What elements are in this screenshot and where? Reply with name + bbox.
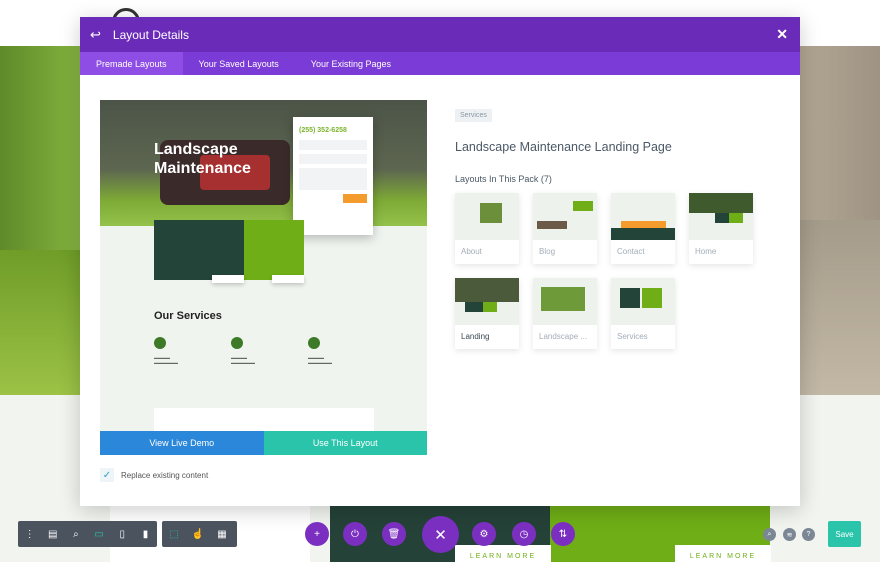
preview-icon-strip	[154, 408, 374, 431]
layout-thumb-about[interactable]: About	[455, 193, 519, 264]
learn-more-button[interactable]: LEARN MORE	[455, 545, 551, 562]
preview-service: ▬▬▬▬ ▬▬▬▬▬▬	[308, 337, 368, 365]
preview-phone: (255) 352-6258	[299, 127, 347, 134]
preview-submit	[343, 194, 367, 203]
add-icon[interactable]: +	[305, 522, 329, 546]
preview-card-residential	[154, 220, 244, 280]
modal-tabs: Premade Layouts Your Saved Layouts Your …	[80, 52, 800, 75]
modal-header: ↩ Layout Details ✕	[80, 17, 800, 52]
wireframe-icon[interactable]: ▤	[41, 529, 64, 540]
click-mode-icon[interactable]: ☝	[186, 529, 210, 540]
tablet-icon[interactable]: ▯	[111, 529, 134, 540]
layout-thumb-blog[interactable]: Blog	[533, 193, 597, 264]
learn-more-button[interactable]: LEARN MORE	[675, 545, 771, 562]
preview-card-commercial	[244, 220, 304, 280]
back-icon[interactable]: ↩	[90, 27, 101, 43]
layout-thumb-contact[interactable]: Contact	[611, 193, 675, 264]
modal-title: Layout Details	[112, 27, 189, 42]
phone-icon[interactable]: ▮	[134, 529, 157, 540]
layout-details-modal: ↩ Layout Details ✕ Premade Layouts Your …	[80, 17, 800, 506]
path-background	[800, 220, 880, 395]
layout-thumb-landing[interactable]: Landing	[455, 278, 519, 349]
history-icon[interactable]: ◷	[512, 522, 536, 546]
help-icon[interactable]: ?	[802, 528, 815, 541]
power-icon[interactable]: ⏻	[343, 522, 367, 546]
preview-service: ▬▬▬▬ ▬▬▬▬▬▬	[154, 337, 214, 365]
preview-quote-form: (255) 352-6258	[293, 117, 373, 235]
save-button[interactable]: Save	[828, 521, 861, 547]
replace-content-label: Replace existing content	[121, 470, 209, 480]
category-badge[interactable]: Services	[455, 109, 492, 122]
portability-icon[interactable]: ⇅	[551, 522, 575, 546]
grass-foreground	[0, 250, 90, 395]
layers-icon[interactable]: ≋	[783, 528, 796, 541]
close-icon[interactable]: ✕	[776, 26, 788, 43]
layout-title: Landscape Maintenance Landing Page	[455, 140, 672, 154]
desktop-icon[interactable]: ▭	[88, 529, 111, 540]
close-builder-icon[interactable]: ✕	[422, 516, 459, 553]
mode-toolbar: ⬚ ☝ ▦	[162, 521, 237, 547]
tab-saved-layouts[interactable]: Your Saved Layouts	[183, 52, 295, 75]
view-toolbar: ⋮ ▤ ⌕ ▭ ▯ ▮	[18, 521, 157, 547]
grid-icon[interactable]: ▦	[210, 529, 234, 540]
preview-service: ▬▬▬▬ ▬▬▬▬▬▬	[231, 337, 291, 365]
layout-preview: Landscape Maintenance (255) 352-6258 Our…	[100, 100, 427, 431]
view-live-demo-button[interactable]: View Live Demo	[100, 431, 264, 455]
menu-icon[interactable]: ⋮	[18, 529, 41, 540]
preview-hero-title: Landscape Maintenance	[154, 141, 251, 177]
preview-learn-more	[272, 275, 304, 283]
layout-thumb-home[interactable]: Home	[689, 193, 753, 264]
preview-learn-more	[212, 275, 244, 283]
checkmark-icon[interactable]: ✓	[100, 468, 114, 482]
settings-icon[interactable]: ⚙	[472, 522, 496, 546]
tab-premade-layouts[interactable]: Premade Layouts	[80, 52, 183, 75]
trash-icon[interactable]: 🗑	[382, 522, 406, 546]
layout-thumb-services[interactable]: Services	[611, 278, 675, 349]
tab-existing-pages[interactable]: Your Existing Pages	[295, 52, 407, 75]
layout-thumb-landscape[interactable]: Landscape ...	[533, 278, 597, 349]
use-this-layout-button[interactable]: Use This Layout	[263, 431, 427, 455]
replace-content-checkbox[interactable]: ✓ Replace existing content	[100, 468, 208, 482]
pack-heading: Layouts In This Pack (7)	[455, 174, 552, 184]
search-icon[interactable]: ⌕	[763, 528, 776, 541]
preview-section-title: Our Services	[154, 310, 222, 322]
select-icon[interactable]: ⬚	[162, 529, 186, 540]
zoom-icon[interactable]: ⌕	[64, 529, 87, 540]
